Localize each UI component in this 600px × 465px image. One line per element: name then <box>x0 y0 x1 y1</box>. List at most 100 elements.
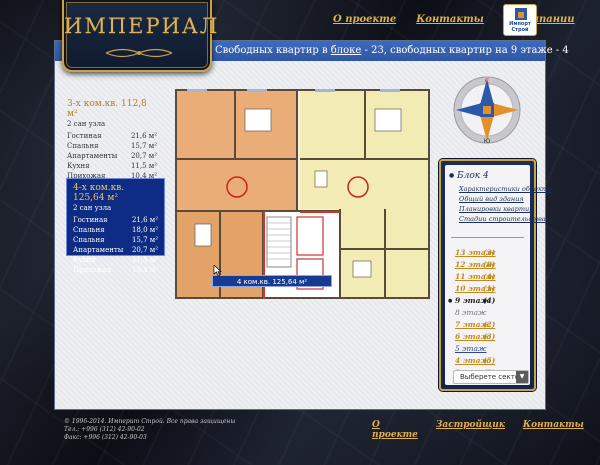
floor-label: 13 этаж <box>455 248 496 257</box>
apartment-info-4room-selected: 4-х ком.кв. 125,64 м² 2 сан узла Гостина… <box>66 178 165 274</box>
footer-nav-developer[interactable]: Застройщик <box>436 420 505 440</box>
floor-item-8: 8 этаж <box>455 307 525 319</box>
floor-label: 4 этаж <box>455 356 491 365</box>
brand-badge[interactable]: Импорт Строй <box>503 4 537 36</box>
phone-text: Тел.: +996 (312) 42-90-02 <box>64 426 145 433</box>
room-name: Гостиная <box>67 132 102 140</box>
apartment-title: 3-х ком.кв. 112,8 м² <box>67 99 147 119</box>
floor-item-12[interactable]: 12 этаж (8) <box>455 259 525 271</box>
sector-select[interactable]: Выберете сектор ▼ <box>453 370 529 384</box>
apartment-tooltip: 4 ком.кв. 125,64 м² <box>212 275 332 287</box>
block-title: Блок 4 <box>449 171 489 181</box>
banner-block-link[interactable]: блоке <box>331 45 362 56</box>
main-panel: Свободных квартир в блоке - 23, свободны… <box>54 40 569 410</box>
room-area: 15,7 м² <box>131 236 158 244</box>
floor-list: 13 этаж (3) 12 этаж (8) 11 этаж (4) 10 этаж… <box>448 247 525 379</box>
floor-count: (2) <box>483 320 496 329</box>
room-name: Спальня <box>73 226 105 234</box>
floor-item-4[interactable]: 4 этаж (5) <box>455 355 525 367</box>
room-area: 21,6 м² <box>130 132 157 140</box>
nav-about-project[interactable]: О проекте <box>333 14 396 25</box>
floor-count: (3) <box>483 332 496 341</box>
sidebar-inner: Блок 4 Характеристики объекта Общий вид … <box>445 165 552 385</box>
room-row: Спальня 15,7 м² <box>73 235 158 245</box>
fax-text: Факс: +996 (312) 42-90-03 <box>64 434 147 441</box>
room-area: 20,7 м² <box>130 152 157 160</box>
footer: © 1996-2014. Империт Строй. Все права за… <box>54 410 584 465</box>
floor-item-7[interactable]: 7 этаж (2) <box>455 319 525 331</box>
room-list: Гостиная 21,6 м² Спальня 18,0 м² Спальня 15… <box>73 215 158 275</box>
logo[interactable]: ИМПЕРИАЛ <box>62 0 220 72</box>
floor-item-11[interactable]: 11 этаж (4) <box>455 271 525 283</box>
room-area: 21,6 м² <box>131 216 158 224</box>
room-row: Спальня 15,7 м² <box>67 141 157 151</box>
floor-label: 7 этаж <box>455 320 491 329</box>
room-row: Спальня 18,0 м² <box>73 225 158 235</box>
floor-label: 5 этаж <box>455 344 487 353</box>
room-area: 11,5 м² <box>130 162 157 170</box>
floor-item-9-current[interactable]: 9 этаж(4) <box>448 295 525 307</box>
room-row: Кухня 11,5 м² <box>67 161 157 171</box>
floor-item-5[interactable]: 5 этаж <box>455 343 525 355</box>
link-construction-stages[interactable]: Стадии строительства <box>459 214 552 224</box>
apartment-info-3room: 3-х ком.кв. 112,8 м² 2 сан узла Гостиная… <box>67 99 157 181</box>
apartment-title: 4-х ком.кв. 125,64 м² <box>73 183 125 203</box>
floor-item-10[interactable]: 10 этаж (1) <box>455 283 525 295</box>
link-building-view[interactable]: Общий вид здания <box>459 194 552 204</box>
floor-label: 8 этаж <box>455 308 487 317</box>
room-row: Апартаменты 20,7 м² <box>73 245 158 255</box>
room-row: Прихожая 10,4 м² <box>73 265 158 275</box>
footer-nav: О проекте Застройщик Контакты <box>372 420 584 440</box>
room-name: Кухня <box>67 162 90 170</box>
floor-label: 12 этаж <box>455 260 496 269</box>
brand-logo-accent <box>518 12 524 18</box>
link-object-characteristics[interactable]: Характеристики объекта <box>459 184 552 194</box>
room-name: Апартаменты <box>73 246 124 254</box>
floor-count: (3) <box>483 248 496 257</box>
room-area: 15,7 м² <box>130 142 157 150</box>
copyright-text: © 1996-2014. Империт Строй. Все права за… <box>64 418 236 425</box>
banner-prefix: Свободных квартир в <box>215 45 331 56</box>
room-name: Гостиная <box>73 216 108 224</box>
room-area: 10,4 м² <box>131 266 158 274</box>
room-list: Гостиная 21,6 м² Спальня 15,7 м² Апартамен… <box>67 131 157 181</box>
room-name: Спальня <box>67 142 99 150</box>
floor-label: 10 этаж <box>455 284 496 293</box>
floor-count: (1) <box>483 284 496 293</box>
chevron-down-icon[interactable]: ▼ <box>516 371 528 383</box>
compass-icon: С Ю <box>453 76 521 145</box>
room-name: Прихожая <box>73 266 112 274</box>
room-name: Кухня <box>73 256 96 264</box>
footer-nav-contacts[interactable]: Контакты <box>523 420 584 440</box>
floor-count: (5) <box>483 356 496 365</box>
room-area: 20,7 м² <box>131 246 158 254</box>
link-apartment-plans[interactable]: Планировки квартир <box>459 204 552 214</box>
floor-item-6[interactable]: 6 этаж (3) <box>455 331 525 343</box>
apartment-subtitle: 2 сан узла <box>73 204 112 212</box>
room-area: 18,0 м² <box>131 226 158 234</box>
footer-info: © 1996-2014. Империт Строй. Все права за… <box>64 418 235 442</box>
nav-contacts[interactable]: Контакты <box>416 14 484 25</box>
room-name: Спальня <box>73 236 105 244</box>
footer-nav-about-project[interactable]: О проекте <box>372 420 418 440</box>
floor-item-13[interactable]: 13 этаж (3) <box>455 247 525 259</box>
sector-select-label: Выберете сектор <box>460 373 524 381</box>
floor-sidebar: Блок 4 Характеристики объекта Общий вид … <box>439 159 552 391</box>
floor-count: (8) <box>483 260 496 269</box>
room-row: Апартаменты 20,7 м² <box>67 151 157 161</box>
banner-suffix: - 23, свободных квартир на 9 этаже - 4 <box>361 45 569 56</box>
logo-text: ИМПЕРИАЛ <box>64 14 220 38</box>
room-name: Апартаменты <box>67 152 118 160</box>
room-row: Кухня 11,5 м² <box>73 255 158 265</box>
brand-badge-text: Импорт Строй <box>509 21 531 33</box>
room-row: Гостиная 21,6 м² <box>73 215 158 225</box>
header: ИМПЕРИАЛ О проекте Контакты О компании И… <box>0 0 600 72</box>
compass-south-label: Ю <box>484 138 491 145</box>
top-nav: О проекте Контакты О компании <box>333 14 575 25</box>
floor-label: 9 этаж <box>455 296 491 305</box>
floor-count: (4) <box>483 272 496 281</box>
room-row: Гостиная 21,6 м² <box>67 131 157 141</box>
block-links: Характеристики объекта Общий вид здания … <box>459 184 552 224</box>
floor-label: 11 этаж <box>455 272 496 281</box>
floor-count: (4) <box>483 296 496 305</box>
